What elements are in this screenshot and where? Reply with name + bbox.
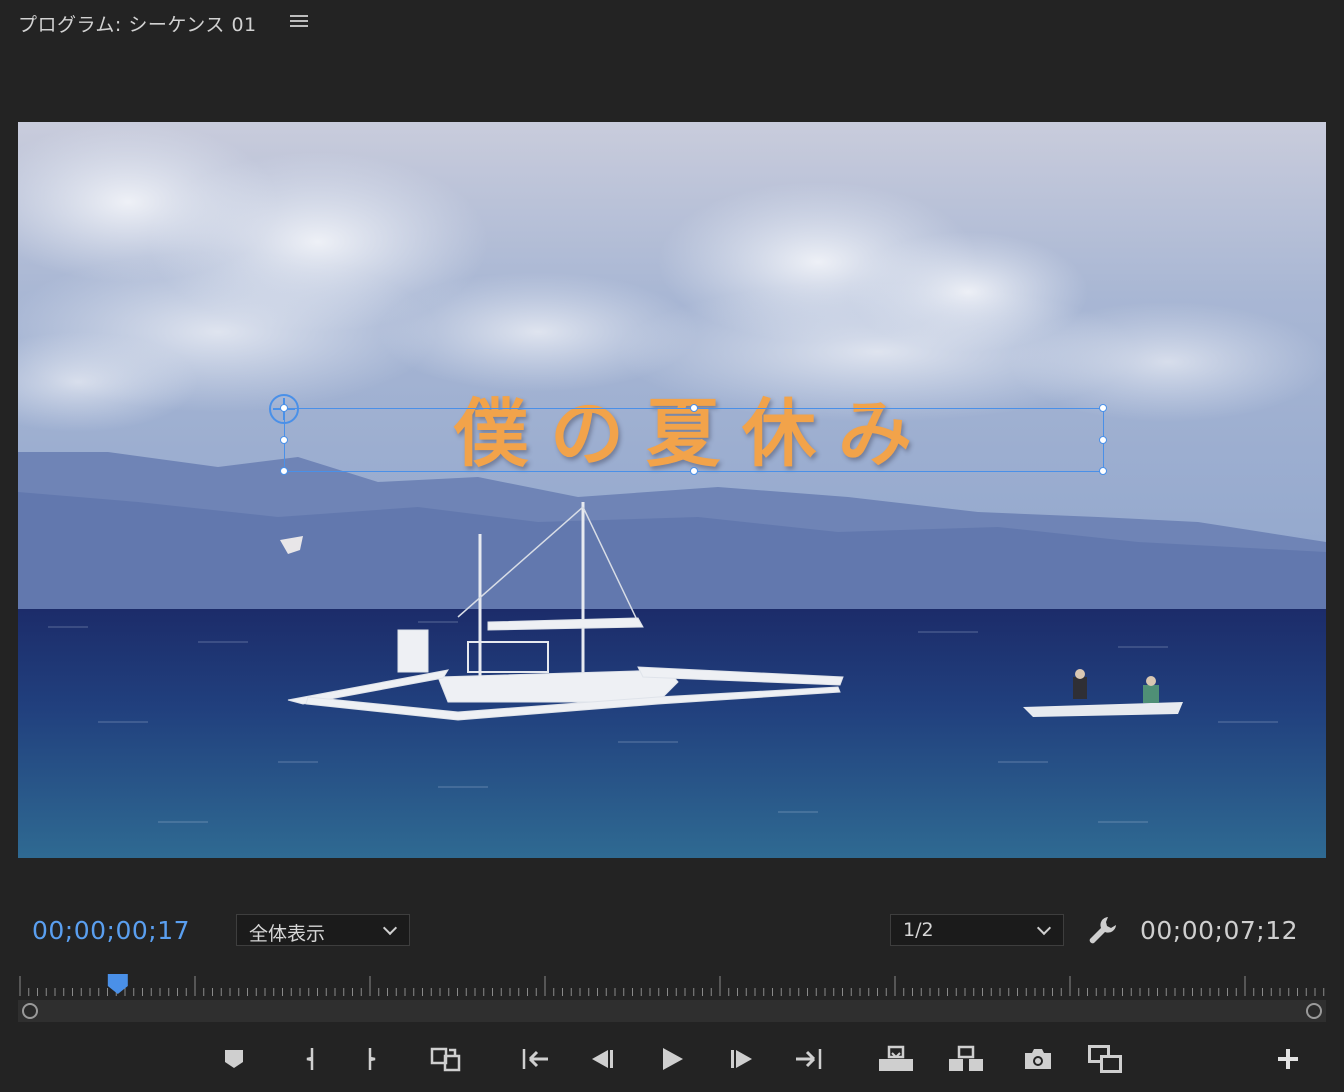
- scrollbar-left-handle[interactable]: [22, 1003, 38, 1019]
- program-monitor-video[interactable]: 僕の夏休み: [18, 122, 1326, 858]
- mark-out-icon: [368, 1048, 376, 1070]
- resize-handle-bottom-left[interactable]: [280, 467, 288, 475]
- resize-handle-right[interactable]: [1099, 436, 1107, 444]
- step-forward-button[interactable]: [722, 1038, 762, 1080]
- ruler-ticks: [19, 974, 1325, 996]
- play-icon: [663, 1048, 683, 1070]
- panel-header: プログラム: シーケンス 01: [0, 0, 1344, 44]
- compare-view-button[interactable]: [1086, 1038, 1126, 1080]
- scrollbar-right-handle[interactable]: [1306, 1003, 1322, 1019]
- add-button[interactable]: [1268, 1038, 1308, 1080]
- chevron-down-icon: [1036, 920, 1052, 936]
- resize-handle-top[interactable]: [690, 404, 698, 412]
- mark-in-button[interactable]: [290, 1038, 330, 1080]
- go-to-out-icon: [796, 1049, 822, 1069]
- export-frame-button[interactable]: [1018, 1038, 1058, 1080]
- extract-button[interactable]: [946, 1038, 986, 1080]
- lift-button[interactable]: [876, 1038, 916, 1080]
- resolution-dropdown-label: 1/2: [903, 919, 934, 941]
- hamburger-menu-icon[interactable]: [290, 12, 308, 30]
- play-button[interactable]: [652, 1038, 692, 1080]
- current-timecode[interactable]: 00;00;00;17: [32, 916, 190, 945]
- loop-button[interactable]: [426, 1038, 466, 1080]
- duration-timecode: 00;00;07;12: [1140, 916, 1299, 945]
- video-frame-image: [18, 122, 1326, 858]
- mark-in-icon: [306, 1048, 314, 1070]
- extract-icon: [949, 1045, 983, 1071]
- fit-dropdown-label: 全体表示: [249, 923, 326, 945]
- time-ruler[interactable]: [18, 974, 1326, 998]
- camera-icon: [1025, 1049, 1051, 1069]
- resize-handle-bottom-right[interactable]: [1099, 467, 1107, 475]
- panel-title: プログラム: シーケンス 01: [18, 14, 257, 36]
- resolution-dropdown[interactable]: 1/2: [890, 914, 1064, 946]
- resize-handle-top-left[interactable]: [280, 404, 288, 412]
- go-to-in-button[interactable]: [514, 1038, 554, 1080]
- step-back-icon: [592, 1050, 613, 1068]
- lift-icon: [879, 1045, 913, 1071]
- zoom-scrollbar[interactable]: [18, 1000, 1326, 1022]
- resize-handle-top-right[interactable]: [1099, 404, 1107, 412]
- title-selection-box[interactable]: [284, 408, 1104, 472]
- loop-icon: [430, 1047, 461, 1072]
- fit-dropdown[interactable]: 全体表示: [236, 914, 410, 946]
- step-forward-icon: [731, 1050, 752, 1068]
- go-to-out-button[interactable]: [790, 1038, 830, 1080]
- transport-controls: [0, 1038, 1344, 1082]
- chevron-down-icon: [382, 920, 398, 936]
- go-to-in-icon: [522, 1049, 548, 1069]
- plus-icon: [1278, 1049, 1298, 1069]
- mark-out-button[interactable]: [352, 1038, 392, 1080]
- step-back-button[interactable]: [582, 1038, 622, 1080]
- resize-handle-bottom[interactable]: [690, 467, 698, 475]
- film-compare-icon: [1088, 1045, 1122, 1073]
- marker-icon: [225, 1050, 243, 1068]
- add-marker-button[interactable]: [214, 1038, 254, 1080]
- wrench-icon[interactable]: [1086, 914, 1118, 948]
- resize-handle-left[interactable]: [280, 436, 288, 444]
